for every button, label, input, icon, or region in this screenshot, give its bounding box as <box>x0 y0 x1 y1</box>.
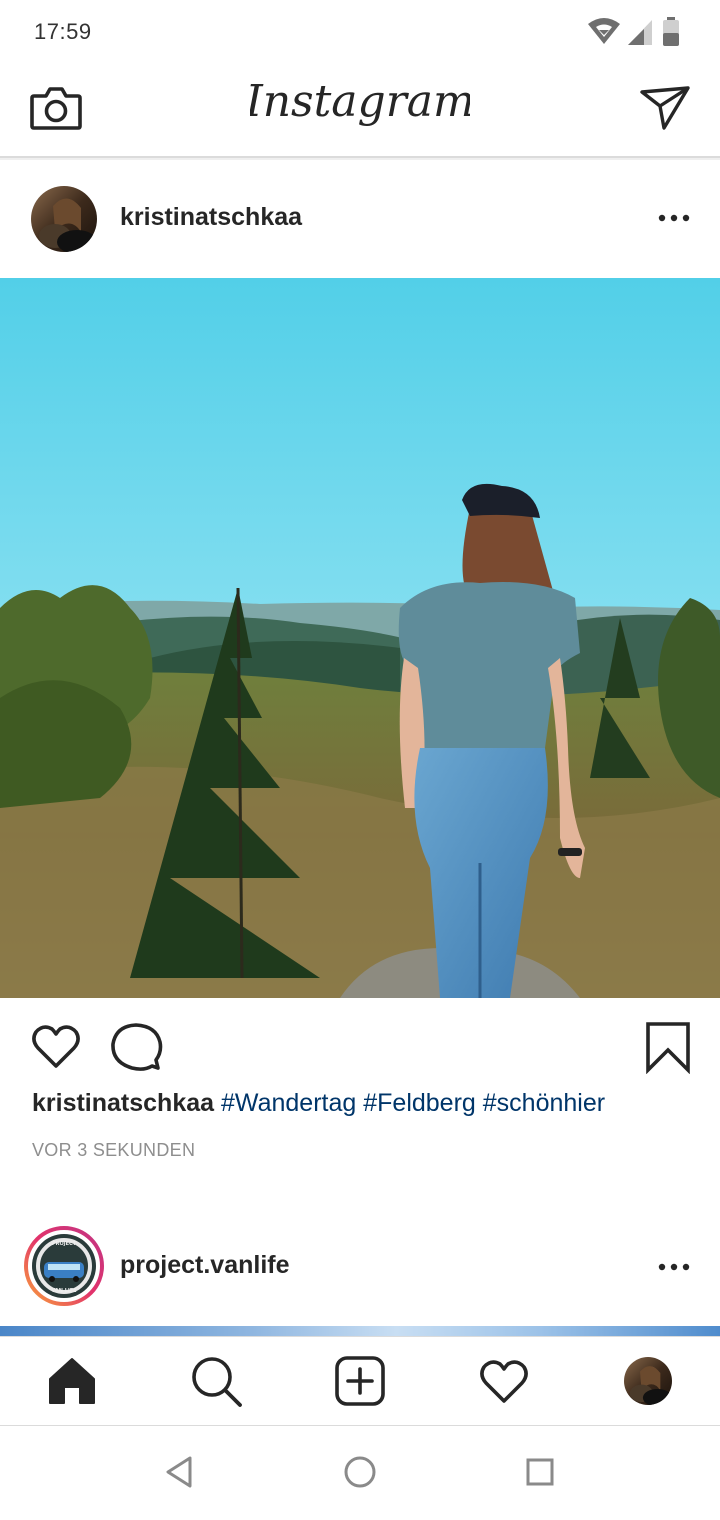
wifi-icon <box>588 18 620 44</box>
bottom-navigation <box>0 1336 720 1427</box>
activity-heart-icon[interactable] <box>474 1351 534 1411</box>
battery-icon <box>663 17 679 46</box>
hashtag-wandertag[interactable]: #Wandertag <box>221 1089 356 1117</box>
comment-icon[interactable] <box>108 1020 164 1074</box>
post-author-username[interactable]: kristinatschkaa <box>120 203 302 232</box>
post-caption: kristinatschkaa #Wandertag #Feldberg #sc… <box>32 1089 605 1118</box>
more-options-icon[interactable] <box>656 213 692 223</box>
paper-plane-icon[interactable] <box>636 80 694 134</box>
avatar-text-bottom: VAN LIFE <box>51 1288 77 1294</box>
status-time: 17:59 <box>34 19 92 44</box>
heart-icon[interactable] <box>30 1022 82 1072</box>
avatar-text-top: PROJECT <box>52 1241 77 1247</box>
logo-text: Instagram <box>250 76 470 127</box>
system-navigation <box>0 1426 720 1520</box>
post2-photo-edge[interactable] <box>0 1326 720 1336</box>
hashtag-schoenhier[interactable]: #schönhier <box>483 1089 605 1117</box>
caption-username[interactable]: kristinatschkaa <box>32 1089 214 1117</box>
home-circle-icon[interactable] <box>340 1452 380 1492</box>
hashtag-feldberg[interactable]: #Feldberg <box>363 1089 476 1117</box>
recents-square-icon[interactable] <box>520 1452 560 1492</box>
status-bar: 17:59 <box>0 0 720 64</box>
post-author-avatar[interactable] <box>31 186 97 252</box>
bookmark-icon[interactable] <box>644 1020 692 1074</box>
more-options-icon[interactable] <box>656 1262 692 1272</box>
search-icon[interactable] <box>186 1351 246 1411</box>
post-photo[interactable] <box>0 278 720 998</box>
home-icon[interactable] <box>42 1351 102 1411</box>
back-icon[interactable] <box>160 1452 200 1492</box>
add-post-icon[interactable] <box>330 1351 390 1411</box>
header-divider <box>0 158 720 160</box>
signal-icon <box>628 20 652 45</box>
instagram-logo: Instagram <box>250 68 470 148</box>
camera-icon[interactable] <box>26 80 86 136</box>
story-ring-avatar[interactable]: PROJECT VAN LIFE <box>24 1226 104 1306</box>
status-icons <box>584 14 694 50</box>
profile-avatar[interactable] <box>624 1357 672 1405</box>
post-timestamp: VOR 3 SEKUNDEN <box>32 1140 196 1160</box>
post2-author-username[interactable]: project.vanlife <box>120 1251 290 1280</box>
